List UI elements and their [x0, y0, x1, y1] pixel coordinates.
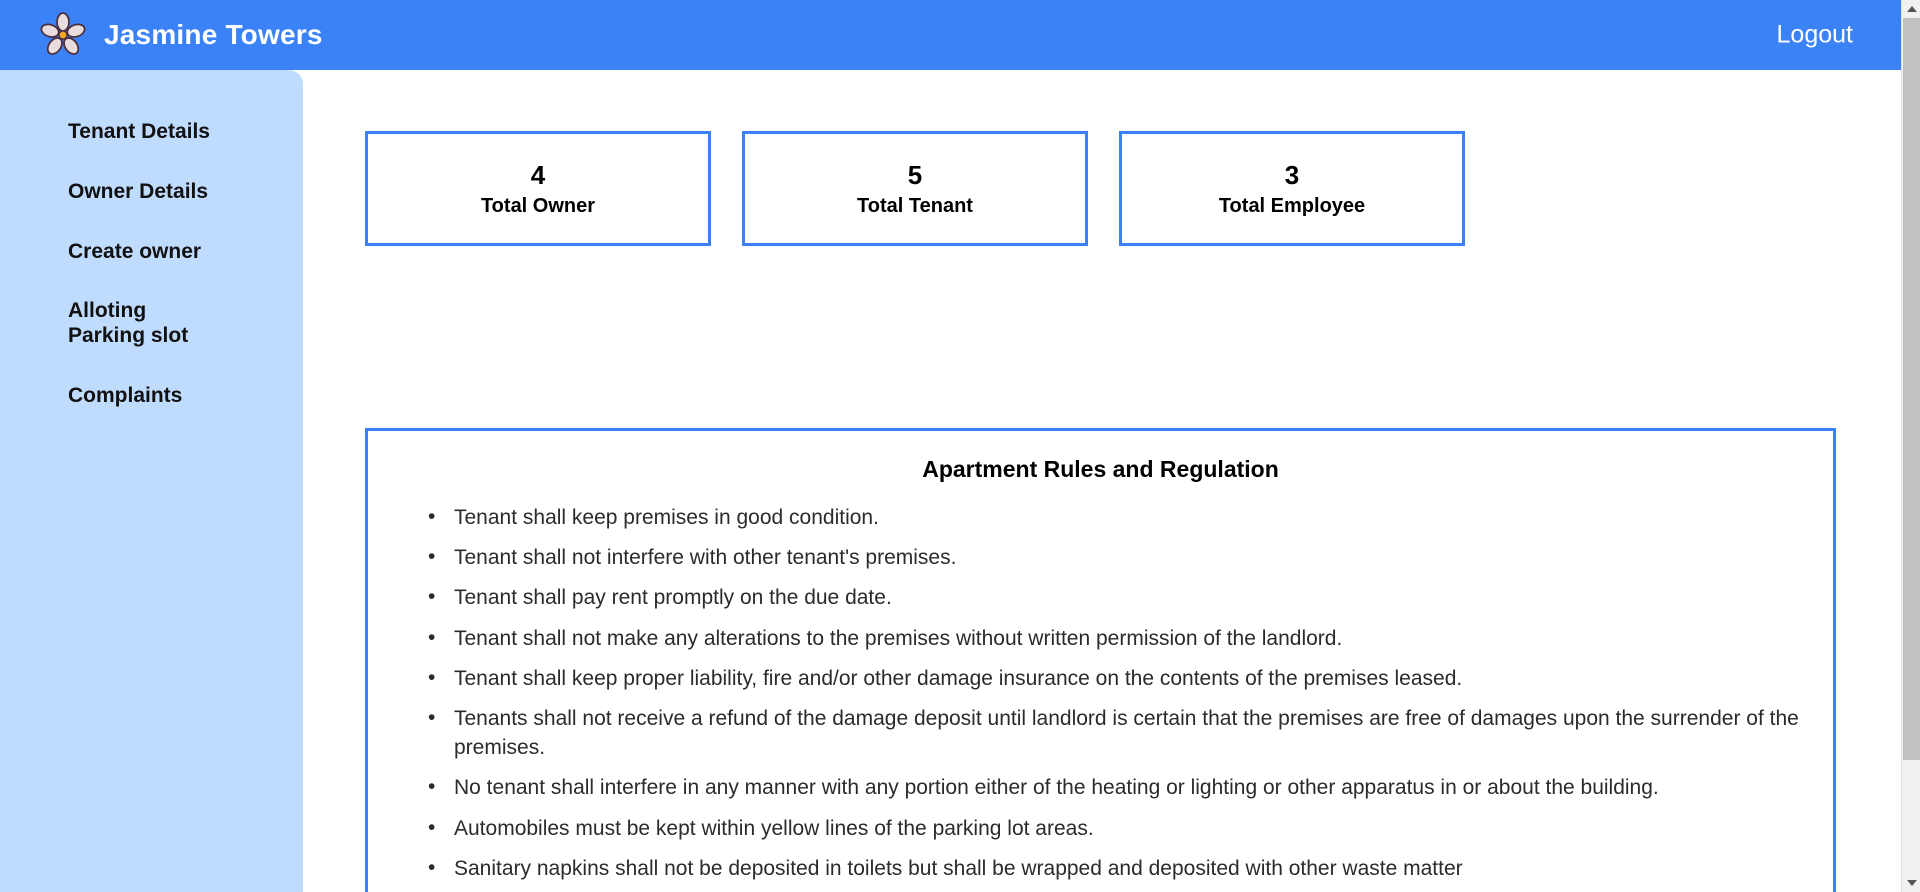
rules-list: Tenant shall keep premises in good condi…	[398, 502, 1803, 883]
list-item: Tenants shall not receive a refund of th…	[428, 703, 1803, 762]
sidebar-item-alloting-parking-slot[interactable]: Alloting Parking slot	[0, 299, 303, 349]
flower-icon	[40, 12, 86, 58]
app-root: Jasmine Towers Logout Tenant Details Own…	[0, 0, 1920, 892]
list-item: Tenant shall not interfere with other te…	[428, 542, 1803, 572]
list-item: Tenant shall pay rent promptly on the du…	[428, 582, 1803, 612]
app-header: Jasmine Towers Logout	[0, 0, 1901, 70]
list-item: Automobiles must be kept within yellow l…	[428, 812, 1803, 843]
scroll-down-arrow-icon[interactable]	[1902, 874, 1920, 892]
stat-card-total-tenant[interactable]: 5 Total Tenant	[742, 131, 1088, 246]
rules-panel-title: Apartment Rules and Regulation	[922, 456, 1279, 482]
stat-cards: 4 Total Owner 5 Total Tenant 3 Total Emp…	[365, 131, 1465, 246]
stat-card-label: Total Tenant	[857, 195, 973, 218]
stat-card-total-owner[interactable]: 4 Total Owner	[365, 131, 711, 246]
stat-card-value: 5	[907, 159, 923, 190]
sidebar-item-owner-details[interactable]: Owner Details	[0, 180, 303, 205]
vertical-scrollbar[interactable]	[1901, 0, 1920, 892]
list-item: Sanitary napkins shall not be deposited …	[428, 853, 1803, 883]
list-item: Tenant shall not make any alterations to…	[428, 623, 1803, 653]
sidebar: Tenant Details Owner Details Create owne…	[0, 70, 303, 892]
stat-card-total-employee[interactable]: 3 Total Employee	[1119, 131, 1465, 246]
stat-card-label: Total Employee	[1218, 195, 1366, 218]
main-content: 4 Total Owner 5 Total Tenant 3 Total Emp…	[303, 70, 1901, 892]
logout-button[interactable]: Logout	[1777, 21, 1853, 50]
rules-panel: Apartment Rules and Regulation Tenant sh…	[365, 428, 1836, 892]
list-item: Tenant shall keep proper liability, fire…	[428, 663, 1803, 693]
app-title: Jasmine Towers	[104, 19, 323, 50]
stat-card-label: Total Owner	[480, 195, 596, 218]
stat-card-value: 3	[1284, 159, 1300, 190]
list-item: No tenant shall interfere in any manner …	[428, 772, 1803, 802]
sidebar-item-complaints[interactable]: Complaints	[0, 384, 303, 409]
brand: Jasmine Towers	[0, 12, 323, 58]
scroll-up-arrow-icon[interactable]	[1902, 0, 1920, 18]
stat-card-value: 4	[530, 159, 546, 190]
list-item: Tenant shall keep premises in good condi…	[428, 502, 1803, 532]
sidebar-item-tenant-details[interactable]: Tenant Details	[0, 120, 303, 145]
scrollbar-thumb[interactable]	[1903, 18, 1920, 760]
sidebar-item-create-owner[interactable]: Create owner	[0, 240, 303, 265]
